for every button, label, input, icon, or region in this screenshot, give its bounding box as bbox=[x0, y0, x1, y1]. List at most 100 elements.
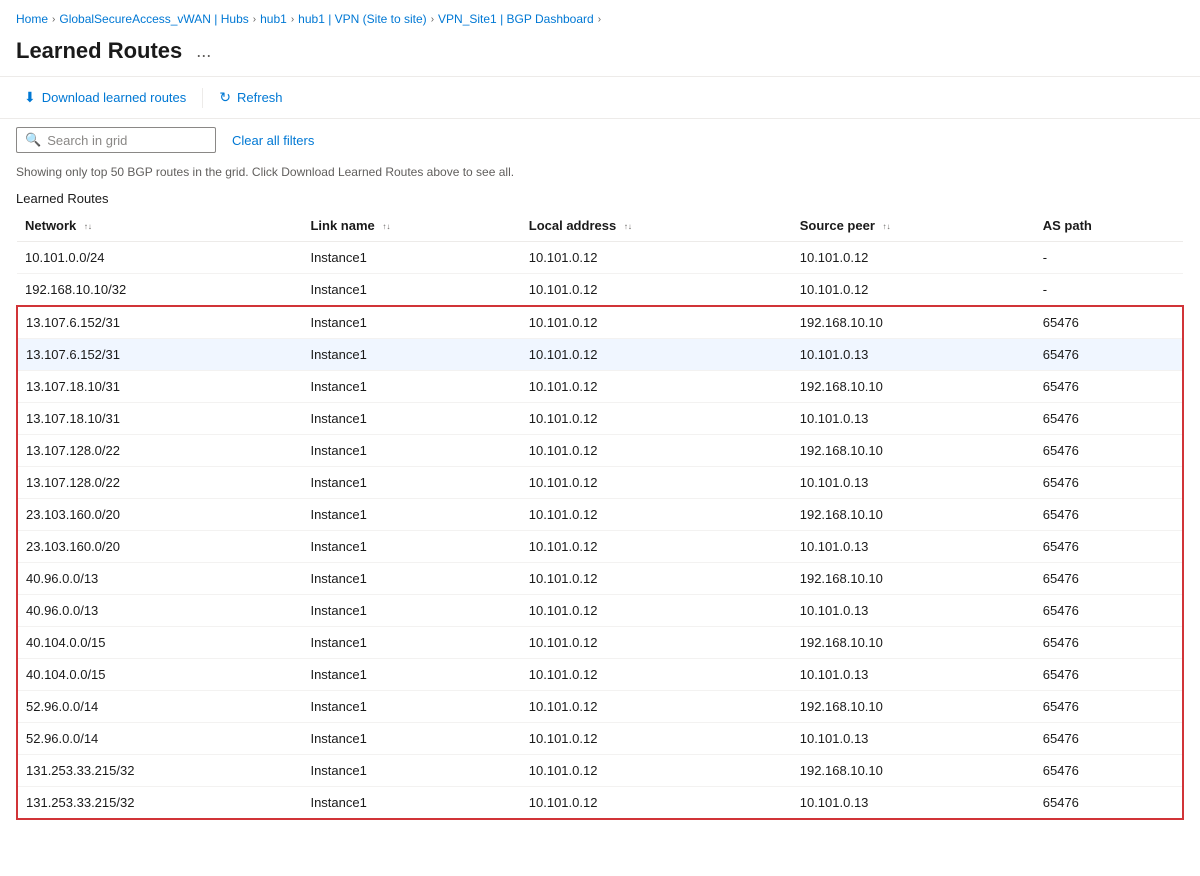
cell-source-peer: 192.168.10.10 bbox=[792, 371, 1035, 403]
col-local-addr-label: Local address bbox=[529, 218, 616, 233]
col-network-sort[interactable]: ↑↓ bbox=[84, 223, 92, 231]
breadcrumb-sep-5: › bbox=[598, 14, 601, 25]
cell-network: 23.103.160.0/20 bbox=[17, 531, 302, 563]
grid-container: Network ↑↓ Link name ↑↓ Local address ↑↓… bbox=[0, 210, 1200, 820]
cell-source-peer: 192.168.10.10 bbox=[792, 435, 1035, 467]
cell-network: 13.107.6.152/31 bbox=[17, 339, 302, 371]
cell-as-path: 65476 bbox=[1035, 435, 1183, 467]
cell-source-peer: 10.101.0.13 bbox=[792, 467, 1035, 499]
cell-network: 40.104.0.0/15 bbox=[17, 627, 302, 659]
cell-network: 52.96.0.0/14 bbox=[17, 691, 302, 723]
refresh-button[interactable]: ↻ Refresh bbox=[211, 85, 290, 110]
cell-as-path: 65476 bbox=[1035, 339, 1183, 371]
cell-link-name: Instance1 bbox=[302, 274, 520, 307]
table-row: 13.107.6.152/31Instance110.101.0.1210.10… bbox=[17, 339, 1183, 371]
table-row: 13.107.128.0/22Instance110.101.0.12192.1… bbox=[17, 435, 1183, 467]
search-icon: 🔍 bbox=[25, 132, 41, 148]
table-row: 23.103.160.0/20Instance110.101.0.1210.10… bbox=[17, 531, 1183, 563]
cell-source-peer: 192.168.10.10 bbox=[792, 755, 1035, 787]
cell-as-path: 65476 bbox=[1035, 403, 1183, 435]
table-row: 40.104.0.0/15Instance110.101.0.12192.168… bbox=[17, 627, 1183, 659]
cell-local-address: 10.101.0.12 bbox=[521, 659, 792, 691]
breadcrumb-sep-3: › bbox=[291, 14, 294, 25]
cell-network: 23.103.160.0/20 bbox=[17, 499, 302, 531]
search-box[interactable]: 🔍 bbox=[16, 127, 216, 153]
col-source-sort[interactable]: ↑↓ bbox=[883, 223, 891, 231]
cell-local-address: 10.101.0.12 bbox=[521, 306, 792, 339]
cell-link-name: Instance1 bbox=[302, 595, 520, 627]
table-row: 13.107.18.10/31Instance110.101.0.12192.1… bbox=[17, 371, 1183, 403]
cell-as-path: 65476 bbox=[1035, 755, 1183, 787]
breadcrumb-sep-2: › bbox=[253, 14, 256, 25]
col-source-label: Source peer bbox=[800, 218, 875, 233]
cell-link-name: Instance1 bbox=[302, 691, 520, 723]
col-link-name: Link name ↑↓ bbox=[302, 210, 520, 242]
breadcrumb: Home › GlobalSecureAccess_vWAN | Hubs › … bbox=[0, 0, 1200, 34]
table-row: 23.103.160.0/20Instance110.101.0.12192.1… bbox=[17, 499, 1183, 531]
cell-source-peer: 192.168.10.10 bbox=[792, 691, 1035, 723]
ellipsis-button[interactable]: ... bbox=[190, 39, 217, 64]
cell-local-address: 10.101.0.12 bbox=[521, 563, 792, 595]
cell-local-address: 10.101.0.12 bbox=[521, 531, 792, 563]
cell-link-name: Instance1 bbox=[302, 627, 520, 659]
info-text: Showing only top 50 BGP routes in the gr… bbox=[0, 161, 1200, 187]
cell-source-peer: 192.168.10.10 bbox=[792, 306, 1035, 339]
download-icon: ⬇ bbox=[24, 89, 36, 106]
cell-local-address: 10.101.0.12 bbox=[521, 371, 792, 403]
routes-table: Network ↑↓ Link name ↑↓ Local address ↑↓… bbox=[16, 210, 1184, 820]
cell-local-address: 10.101.0.12 bbox=[521, 627, 792, 659]
cell-local-address: 10.101.0.12 bbox=[521, 403, 792, 435]
cell-as-path: 65476 bbox=[1035, 595, 1183, 627]
cell-link-name: Instance1 bbox=[302, 563, 520, 595]
cell-link-name: Instance1 bbox=[302, 755, 520, 787]
cell-source-peer: 192.168.10.10 bbox=[792, 499, 1035, 531]
table-row: 52.96.0.0/14Instance110.101.0.12192.168.… bbox=[17, 691, 1183, 723]
cell-as-path: 65476 bbox=[1035, 691, 1183, 723]
cell-source-peer: 10.101.0.13 bbox=[792, 531, 1035, 563]
download-button[interactable]: ⬇ Download learned routes bbox=[16, 85, 194, 110]
cell-source-peer: 192.168.10.10 bbox=[792, 563, 1035, 595]
cell-local-address: 10.101.0.12 bbox=[521, 691, 792, 723]
cell-local-address: 10.101.0.12 bbox=[521, 499, 792, 531]
cell-network: 13.107.18.10/31 bbox=[17, 371, 302, 403]
breadcrumb-home[interactable]: Home bbox=[16, 12, 48, 26]
col-link-name-label: Link name bbox=[310, 218, 374, 233]
cell-network: 13.107.128.0/22 bbox=[17, 467, 302, 499]
breadcrumb-bgp[interactable]: VPN_Site1 | BGP Dashboard bbox=[438, 12, 594, 26]
cell-source-peer: 10.101.0.13 bbox=[792, 339, 1035, 371]
cell-network: 13.107.128.0/22 bbox=[17, 435, 302, 467]
cell-link-name: Instance1 bbox=[302, 435, 520, 467]
cell-as-path: 65476 bbox=[1035, 659, 1183, 691]
breadcrumb-gsavwan[interactable]: GlobalSecureAccess_vWAN | Hubs bbox=[59, 12, 248, 26]
cell-local-address: 10.101.0.12 bbox=[521, 787, 792, 820]
cell-link-name: Instance1 bbox=[302, 723, 520, 755]
cell-source-peer: 10.101.0.13 bbox=[792, 787, 1035, 820]
cell-as-path: 65476 bbox=[1035, 499, 1183, 531]
breadcrumb-vpn[interactable]: hub1 | VPN (Site to site) bbox=[298, 12, 427, 26]
cell-link-name: Instance1 bbox=[302, 306, 520, 339]
cell-source-peer: 10.101.0.13 bbox=[792, 659, 1035, 691]
toolbar-separator bbox=[202, 88, 203, 108]
col-local-sort[interactable]: ↑↓ bbox=[624, 223, 632, 231]
cell-local-address: 10.101.0.12 bbox=[521, 339, 792, 371]
breadcrumb-hub1[interactable]: hub1 bbox=[260, 12, 287, 26]
page-header: Learned Routes ... bbox=[0, 34, 1200, 77]
cell-link-name: Instance1 bbox=[302, 499, 520, 531]
cell-local-address: 10.101.0.12 bbox=[521, 467, 792, 499]
refresh-label: Refresh bbox=[237, 90, 283, 105]
col-link-sort[interactable]: ↑↓ bbox=[382, 223, 390, 231]
breadcrumb-sep-4: › bbox=[431, 14, 434, 25]
search-input[interactable] bbox=[47, 133, 207, 148]
cell-as-path: 65476 bbox=[1035, 467, 1183, 499]
cell-link-name: Instance1 bbox=[302, 403, 520, 435]
cell-source-peer: 10.101.0.12 bbox=[792, 242, 1035, 274]
clear-filters-button[interactable]: Clear all filters bbox=[224, 129, 322, 152]
toolbar: ⬇ Download learned routes ↻ Refresh bbox=[0, 77, 1200, 119]
cell-as-path: 65476 bbox=[1035, 627, 1183, 659]
breadcrumb-sep-1: › bbox=[52, 14, 55, 25]
refresh-icon: ↻ bbox=[219, 89, 231, 106]
cell-network: 13.107.6.152/31 bbox=[17, 306, 302, 339]
cell-as-path: - bbox=[1035, 242, 1183, 274]
cell-network: 13.107.18.10/31 bbox=[17, 403, 302, 435]
cell-as-path: 65476 bbox=[1035, 723, 1183, 755]
